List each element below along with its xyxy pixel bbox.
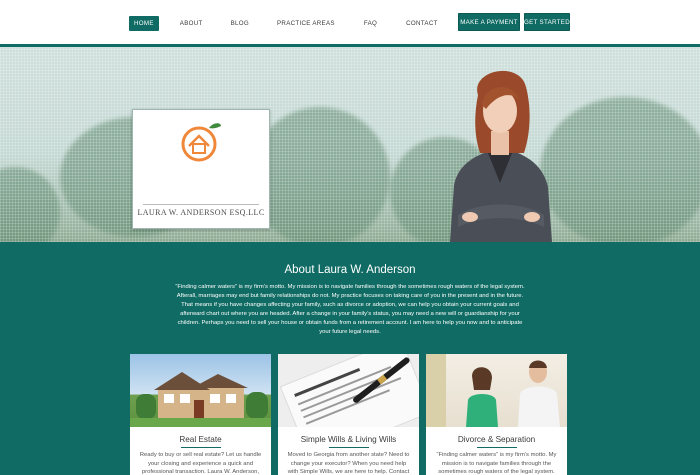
about-heading: About Laura W. Anderson: [284, 264, 416, 276]
hero-banner: LAURA W. ANDERSON ESQ.LLC: [0, 47, 700, 242]
nav-contact[interactable]: CONTACT: [406, 20, 438, 27]
card-title[interactable]: Simple Wills & Living Wills: [278, 435, 419, 444]
about-paragraph: “Finding calmer waters” is my firm’s mot…: [175, 284, 525, 335]
real-estate-image: [130, 354, 271, 427]
practice-card-real-estate[interactable]: Real Estate Ready to buy or sell real es…: [130, 354, 271, 475]
card-title[interactable]: Real Estate: [130, 435, 271, 444]
divorce-image: [426, 354, 567, 427]
attorney-portrait: [450, 70, 552, 242]
practice-card-divorce[interactable]: Divorce & Separation “Finding calmer wat…: [426, 354, 567, 475]
header: HOME ABOUT BLOG PRACTICE AREAS FAQ CONTA…: [0, 0, 700, 44]
nav-blog[interactable]: BLOG: [231, 20, 249, 27]
hero-texture: [0, 47, 700, 242]
logo-divider: [143, 204, 259, 205]
nav-practice-areas[interactable]: PRACTICE AREAS: [277, 20, 335, 27]
nav-home[interactable]: HOME: [129, 15, 159, 31]
nav-faq[interactable]: FAQ: [364, 20, 377, 27]
make-payment-button[interactable]: MAKE A PAYMENT: [458, 13, 520, 31]
firm-logo-card: LAURA W. ANDERSON ESQ.LLC: [132, 109, 270, 229]
house-logo-icon: [181, 123, 221, 162]
card-divider: [476, 447, 517, 448]
main-nav: HOME ABOUT BLOG PRACTICE AREAS FAQ CONTA…: [129, 15, 438, 31]
nav-about[interactable]: ABOUT: [180, 20, 203, 27]
card-text: “Finding calmer waters” is my firm’s mot…: [436, 452, 557, 475]
card-text: Ready to buy or sell real estate? Let us…: [139, 452, 262, 475]
card-text: Moved to Georgia from another state? Nee…: [287, 452, 410, 475]
get-started-button[interactable]: GET STARTED: [524, 13, 570, 31]
practice-card-wills[interactable]: Simple Wills & Living Wills Moved to Geo…: [278, 354, 419, 475]
card-title[interactable]: Divorce & Separation: [426, 435, 567, 444]
logo-text: LAURA W. ANDERSON ESQ.LLC: [137, 208, 265, 217]
card-divider: [328, 447, 369, 448]
card-divider: [180, 447, 221, 448]
wills-image: [278, 354, 419, 427]
